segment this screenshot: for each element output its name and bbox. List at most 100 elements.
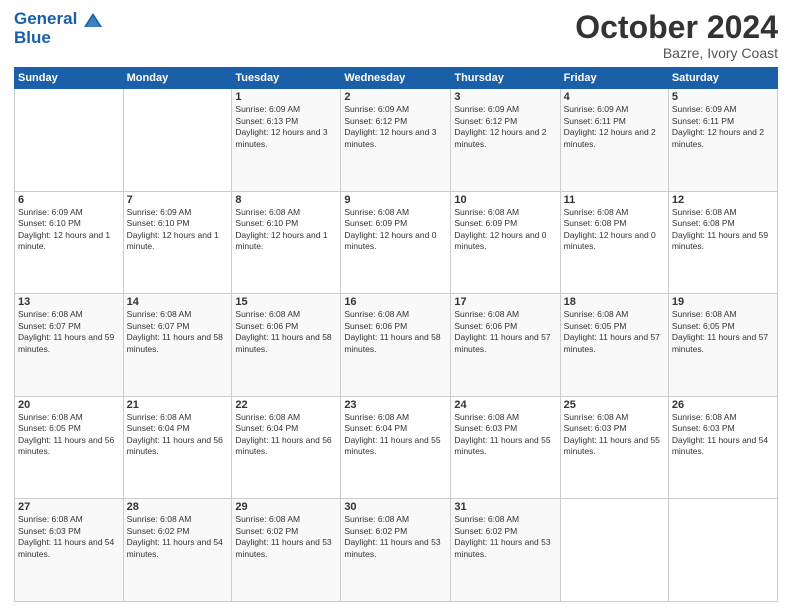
day-cell: 25Sunrise: 6:08 AMSunset: 6:03 PMDayligh… xyxy=(560,396,668,499)
day-cell: 27Sunrise: 6:08 AMSunset: 6:03 PMDayligh… xyxy=(15,499,124,602)
day-cell: 9Sunrise: 6:08 AMSunset: 6:09 PMDaylight… xyxy=(341,191,451,294)
week-row-1: 1Sunrise: 6:09 AMSunset: 6:13 PMDaylight… xyxy=(15,89,778,192)
day-info: Sunrise: 6:08 AMSunset: 6:03 PMDaylight:… xyxy=(18,514,120,560)
day-cell: 12Sunrise: 6:08 AMSunset: 6:08 PMDayligh… xyxy=(668,191,777,294)
day-cell: 3Sunrise: 6:09 AMSunset: 6:12 PMDaylight… xyxy=(451,89,560,192)
day-cell: 29Sunrise: 6:08 AMSunset: 6:02 PMDayligh… xyxy=(232,499,341,602)
day-info: Sunrise: 6:08 AMSunset: 6:09 PMDaylight:… xyxy=(344,207,447,253)
day-info: Sunrise: 6:09 AMSunset: 6:10 PMDaylight:… xyxy=(18,207,120,253)
day-info: Sunrise: 6:08 AMSunset: 6:08 PMDaylight:… xyxy=(564,207,665,253)
day-info: Sunrise: 6:08 AMSunset: 6:07 PMDaylight:… xyxy=(127,309,229,355)
day-number: 24 xyxy=(454,399,556,411)
day-info: Sunrise: 6:08 AMSunset: 6:06 PMDaylight:… xyxy=(235,309,337,355)
day-info: Sunrise: 6:08 AMSunset: 6:08 PMDaylight:… xyxy=(672,207,774,253)
day-cell: 28Sunrise: 6:08 AMSunset: 6:02 PMDayligh… xyxy=(123,499,232,602)
day-cell: 20Sunrise: 6:08 AMSunset: 6:05 PMDayligh… xyxy=(15,396,124,499)
day-cell: 15Sunrise: 6:08 AMSunset: 6:06 PMDayligh… xyxy=(232,294,341,397)
logo-blue: Blue xyxy=(14,29,104,48)
day-number: 16 xyxy=(344,296,447,308)
col-header-thursday: Thursday xyxy=(451,68,560,89)
day-cell: 19Sunrise: 6:08 AMSunset: 6:05 PMDayligh… xyxy=(668,294,777,397)
day-info: Sunrise: 6:09 AMSunset: 6:13 PMDaylight:… xyxy=(235,104,337,150)
day-info: Sunrise: 6:08 AMSunset: 6:05 PMDaylight:… xyxy=(18,412,120,458)
day-cell: 22Sunrise: 6:08 AMSunset: 6:04 PMDayligh… xyxy=(232,396,341,499)
header: General Blue October 2024 Bazre, Ivory C… xyxy=(14,10,778,61)
day-number: 6 xyxy=(18,194,120,206)
day-info: Sunrise: 6:08 AMSunset: 6:03 PMDaylight:… xyxy=(672,412,774,458)
day-cell xyxy=(560,499,668,602)
day-cell: 10Sunrise: 6:08 AMSunset: 6:09 PMDayligh… xyxy=(451,191,560,294)
logo: General Blue xyxy=(14,10,104,47)
day-cell: 17Sunrise: 6:08 AMSunset: 6:06 PMDayligh… xyxy=(451,294,560,397)
day-number: 13 xyxy=(18,296,120,308)
day-number: 17 xyxy=(454,296,556,308)
day-number: 3 xyxy=(454,91,556,103)
day-info: Sunrise: 6:08 AMSunset: 6:03 PMDaylight:… xyxy=(564,412,665,458)
day-cell: 31Sunrise: 6:08 AMSunset: 6:02 PMDayligh… xyxy=(451,499,560,602)
col-header-wednesday: Wednesday xyxy=(341,68,451,89)
day-info: Sunrise: 6:08 AMSunset: 6:02 PMDaylight:… xyxy=(127,514,229,560)
day-cell: 18Sunrise: 6:08 AMSunset: 6:05 PMDayligh… xyxy=(560,294,668,397)
col-header-friday: Friday xyxy=(560,68,668,89)
col-header-monday: Monday xyxy=(123,68,232,89)
day-info: Sunrise: 6:08 AMSunset: 6:05 PMDaylight:… xyxy=(672,309,774,355)
day-info: Sunrise: 6:08 AMSunset: 6:02 PMDaylight:… xyxy=(235,514,337,560)
col-header-tuesday: Tuesday xyxy=(232,68,341,89)
day-number: 5 xyxy=(672,91,774,103)
day-number: 9 xyxy=(344,194,447,206)
week-row-3: 13Sunrise: 6:08 AMSunset: 6:07 PMDayligh… xyxy=(15,294,778,397)
day-info: Sunrise: 6:08 AMSunset: 6:06 PMDaylight:… xyxy=(454,309,556,355)
day-number: 7 xyxy=(127,194,229,206)
day-number: 30 xyxy=(344,501,447,513)
day-number: 21 xyxy=(127,399,229,411)
col-header-saturday: Saturday xyxy=(668,68,777,89)
day-cell xyxy=(123,89,232,192)
logo-text: General Blue xyxy=(14,10,104,47)
day-cell xyxy=(15,89,124,192)
header-row: SundayMondayTuesdayWednesdayThursdayFrid… xyxy=(15,68,778,89)
day-number: 4 xyxy=(564,91,665,103)
day-number: 22 xyxy=(235,399,337,411)
day-cell: 13Sunrise: 6:08 AMSunset: 6:07 PMDayligh… xyxy=(15,294,124,397)
day-cell: 6Sunrise: 6:09 AMSunset: 6:10 PMDaylight… xyxy=(15,191,124,294)
day-cell: 23Sunrise: 6:08 AMSunset: 6:04 PMDayligh… xyxy=(341,396,451,499)
day-cell: 26Sunrise: 6:08 AMSunset: 6:03 PMDayligh… xyxy=(668,396,777,499)
week-row-4: 20Sunrise: 6:08 AMSunset: 6:05 PMDayligh… xyxy=(15,396,778,499)
day-number: 14 xyxy=(127,296,229,308)
day-info: Sunrise: 6:09 AMSunset: 6:11 PMDaylight:… xyxy=(672,104,774,150)
day-number: 19 xyxy=(672,296,774,308)
day-number: 27 xyxy=(18,501,120,513)
day-number: 2 xyxy=(344,91,447,103)
day-info: Sunrise: 6:08 AMSunset: 6:04 PMDaylight:… xyxy=(235,412,337,458)
day-number: 29 xyxy=(235,501,337,513)
day-info: Sunrise: 6:08 AMSunset: 6:04 PMDaylight:… xyxy=(344,412,447,458)
day-number: 15 xyxy=(235,296,337,308)
day-number: 20 xyxy=(18,399,120,411)
day-cell: 8Sunrise: 6:08 AMSunset: 6:10 PMDaylight… xyxy=(232,191,341,294)
day-cell: 14Sunrise: 6:08 AMSunset: 6:07 PMDayligh… xyxy=(123,294,232,397)
day-number: 26 xyxy=(672,399,774,411)
page: General Blue October 2024 Bazre, Ivory C… xyxy=(0,0,792,612)
location-subtitle: Bazre, Ivory Coast xyxy=(575,45,778,61)
day-cell: 30Sunrise: 6:08 AMSunset: 6:02 PMDayligh… xyxy=(341,499,451,602)
day-info: Sunrise: 6:08 AMSunset: 6:02 PMDaylight:… xyxy=(454,514,556,560)
day-number: 12 xyxy=(672,194,774,206)
day-number: 8 xyxy=(235,194,337,206)
day-info: Sunrise: 6:08 AMSunset: 6:05 PMDaylight:… xyxy=(564,309,665,355)
day-number: 25 xyxy=(564,399,665,411)
day-info: Sunrise: 6:08 AMSunset: 6:06 PMDaylight:… xyxy=(344,309,447,355)
day-info: Sunrise: 6:09 AMSunset: 6:11 PMDaylight:… xyxy=(564,104,665,150)
day-cell: 11Sunrise: 6:08 AMSunset: 6:08 PMDayligh… xyxy=(560,191,668,294)
col-header-sunday: Sunday xyxy=(15,68,124,89)
calendar-table: SundayMondayTuesdayWednesdayThursdayFrid… xyxy=(14,67,778,602)
day-info: Sunrise: 6:08 AMSunset: 6:02 PMDaylight:… xyxy=(344,514,447,560)
day-cell: 1Sunrise: 6:09 AMSunset: 6:13 PMDaylight… xyxy=(232,89,341,192)
title-block: October 2024 Bazre, Ivory Coast xyxy=(575,10,778,61)
day-info: Sunrise: 6:08 AMSunset: 6:09 PMDaylight:… xyxy=(454,207,556,253)
day-number: 18 xyxy=(564,296,665,308)
day-info: Sunrise: 6:08 AMSunset: 6:03 PMDaylight:… xyxy=(454,412,556,458)
day-info: Sunrise: 6:08 AMSunset: 6:07 PMDaylight:… xyxy=(18,309,120,355)
day-info: Sunrise: 6:08 AMSunset: 6:10 PMDaylight:… xyxy=(235,207,337,253)
day-cell: 4Sunrise: 6:09 AMSunset: 6:11 PMDaylight… xyxy=(560,89,668,192)
day-info: Sunrise: 6:09 AMSunset: 6:12 PMDaylight:… xyxy=(454,104,556,150)
